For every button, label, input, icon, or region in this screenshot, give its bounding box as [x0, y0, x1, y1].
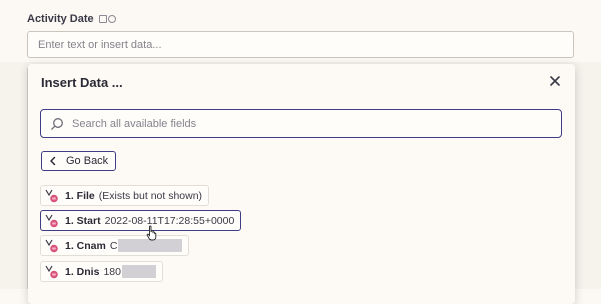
field-item-start[interactable]: 1. Start 2022-08-11T17:28:55+0000 — [40, 210, 242, 231]
field-item-cnam[interactable]: 1. Cnam C — [40, 235, 189, 256]
app-logo-icon — [45, 214, 59, 228]
close-icon[interactable] — [547, 73, 563, 89]
info-icon — [107, 15, 116, 23]
field-item-dnis[interactable]: 1. Dnis 180 — [40, 261, 163, 282]
field-label-text: Activity Date — [27, 13, 94, 25]
item-value: 180 — [103, 265, 121, 278]
item-step: 1. Cnam — [65, 239, 106, 252]
item-step: 1. Start — [65, 214, 101, 227]
go-back-button[interactable]: Go Back — [41, 151, 117, 171]
chevron-left-icon — [48, 156, 58, 166]
item-value: 2022-08-11T17:28:55+0000 — [104, 214, 235, 227]
item-value: (Exists but not shown) — [98, 189, 203, 202]
item-value: C — [109, 239, 118, 252]
insert-data-modal: Insert Data ... Go Back — [28, 64, 575, 304]
item-step: 1. File — [65, 189, 95, 202]
app-logo-icon — [45, 265, 59, 279]
hand-cursor-icon — [146, 225, 157, 241]
activity-date-input[interactable]: Enter text or insert data... — [27, 31, 574, 58]
app-logo-icon — [45, 239, 59, 253]
search-input[interactable] — [70, 116, 514, 131]
field-label: Activity Date — [27, 13, 116, 25]
app-logo-icon — [45, 189, 59, 203]
field-info-icons — [98, 15, 116, 23]
search-icon — [50, 117, 64, 131]
search-fields-box[interactable] — [40, 109, 562, 138]
redacted-value — [121, 265, 156, 278]
activity-date-placeholder: Enter text or insert data... — [38, 38, 162, 51]
field-item-file[interactable]: 1. File (Exists but not shown) — [40, 185, 210, 206]
item-step: 1. Dnis — [65, 265, 100, 278]
modal-title: Insert Data ... — [41, 75, 123, 90]
go-back-label: Go Back — [66, 155, 109, 167]
field-type-icon — [98, 15, 107, 23]
